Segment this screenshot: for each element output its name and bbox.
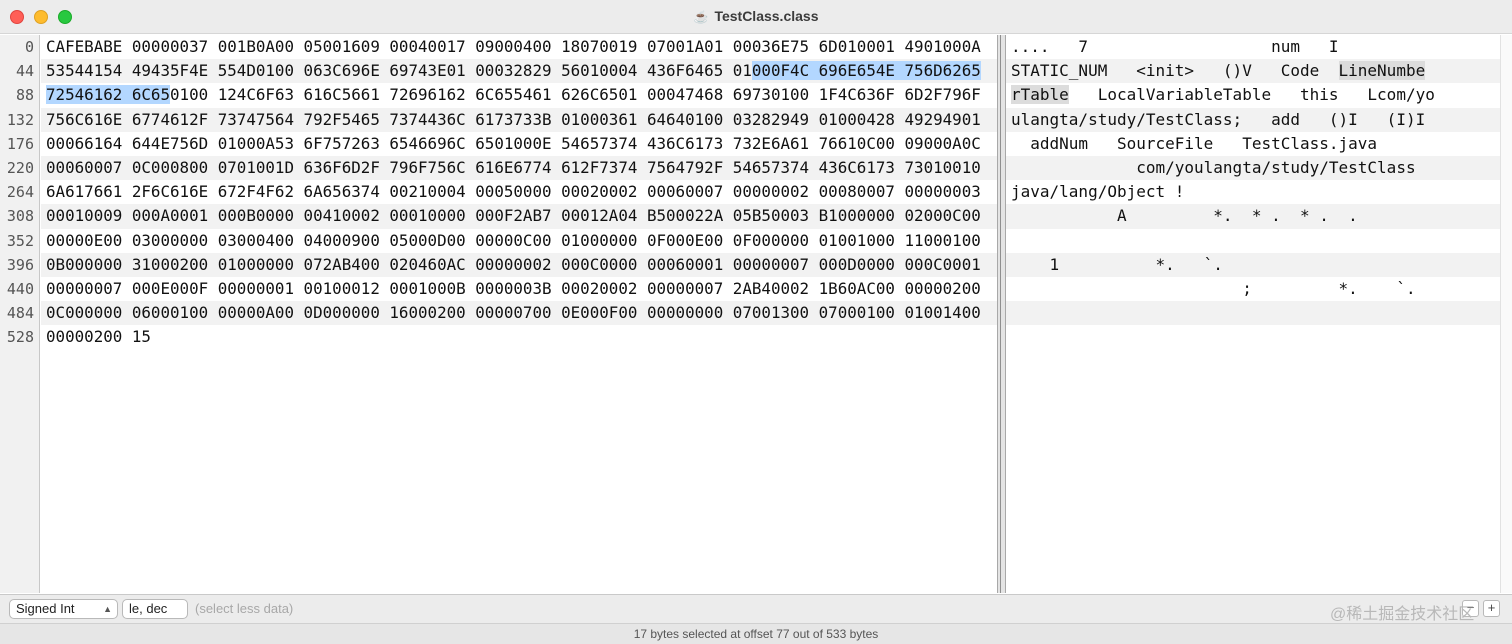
- ascii-row[interactable]: com/youlangta/study/TestClass: [1006, 155, 1500, 181]
- vertical-scrollbar[interactable]: [1500, 35, 1512, 593]
- title-bar: ☕ TestClass.class: [0, 0, 1512, 34]
- ascii-row[interactable]: java/lang/Object !: [1006, 180, 1500, 204]
- row-text: CAFEBABE 00000037 001B0A00 05001609 0004…: [46, 37, 981, 56]
- ascii-row[interactable]: [1006, 301, 1500, 326]
- row-text: ulangta/study/TestClass; add ()I (I)I: [1011, 109, 1426, 129]
- row-text: 6A617661 2F6C616E 672F4F62 6A656374 0021…: [46, 182, 981, 202]
- offset-label: 264: [6, 183, 34, 202]
- endianness-select[interactable]: le, dec: [122, 599, 188, 619]
- row-text: 0C000000 06000100 00000A00 0D000000 1600…: [46, 303, 981, 323]
- offset-label: 352: [6, 231, 34, 250]
- hex-row[interactable]: 72546162 6C650100 124C6F63 616C5661 7269…: [41, 83, 997, 107]
- offset-label: 132: [6, 110, 34, 129]
- hex-row[interactable]: 00066164 644E756D 01000A53 6F757263 6546…: [41, 132, 997, 156]
- offset-label: 44: [15, 62, 34, 81]
- row-text: 0100 124C6F63 616C5661 72696162 6C655461…: [170, 85, 981, 105]
- data-type-value: Signed Int: [16, 601, 75, 616]
- ascii-row[interactable]: A *. * . * . .: [1006, 204, 1500, 229]
- hex-row[interactable]: 00000E00 03000000 03000400 04000900 0500…: [41, 229, 997, 253]
- chevron-updown-icon: ▲: [103, 604, 112, 614]
- inspector-hint: (select less data): [195, 601, 294, 616]
- row-text: A *. * . * . .: [1011, 206, 1358, 226]
- pane-divider[interactable]: [997, 35, 1006, 593]
- row-text: 756C616E 6774612F 73747564 792F5465 7374…: [46, 109, 981, 129]
- hex-row[interactable]: 53544154 49435F4E 554D0100 063C696E 6974…: [41, 59, 997, 84]
- offset-label: 308: [6, 207, 34, 226]
- data-type-select[interactable]: Signed Int ▲: [9, 599, 118, 619]
- watermark-text: @稀土掘金技术社区: [1330, 606, 1475, 623]
- add-inspector-button[interactable]: +: [1483, 600, 1500, 617]
- ascii-row[interactable]: rTable LocalVariableTable this Lcom/yo: [1006, 83, 1500, 107]
- offset-label: 176: [6, 134, 34, 153]
- row-text: 00000007 000E000F 00000001 00100012 0001…: [46, 278, 981, 298]
- hex-row[interactable]: 00000007 000E000F 00000001 00100012 0001…: [41, 277, 997, 301]
- hex-row[interactable]: 00010009 000A0001 000B0000 00410002 0001…: [41, 204, 997, 229]
- row-text: STATIC_NUM <init> ()V Code: [1011, 61, 1339, 81]
- ascii-row[interactable]: [1006, 325, 1500, 349]
- row-text: .... 7 num I: [1011, 37, 1339, 56]
- row-text: addNum SourceFile TestClass.java: [1011, 133, 1378, 153]
- ascii-row[interactable]: [1006, 229, 1500, 253]
- hex-row[interactable]: 0C000000 06000100 00000A00 0D000000 1600…: [41, 301, 997, 326]
- window-title: ☕ TestClass.class: [0, 0, 1512, 34]
- row-text: LocalVariableTable this Lcom/yo: [1068, 85, 1435, 105]
- bottom-toolbar: Signed Int ▲ le, dec (select less data) −…: [0, 594, 1512, 623]
- offset-label: 396: [6, 255, 34, 274]
- row-text: 53544154 49435F4E 554D0100 063C696E 6974…: [46, 61, 752, 81]
- ascii-row[interactable]: addNum SourceFile TestClass.java: [1006, 132, 1500, 156]
- status-bar: 17 bytes selected at offset 77 out of 53…: [0, 623, 1512, 644]
- offset-label: 88: [15, 86, 34, 105]
- ascii-row[interactable]: STATIC_NUM <init> ()V Code LineNumbe: [1006, 59, 1500, 84]
- selected-bytes: rTable: [1011, 85, 1069, 105]
- ascii-row[interactable]: 1 *. `.: [1006, 252, 1500, 277]
- offset-label: 528: [6, 328, 34, 347]
- selected-bytes: 000F4C 696E654E 756D6265: [751, 61, 981, 81]
- row-text: 00000E00 03000000 03000400 04000900 0500…: [46, 230, 981, 250]
- selected-bytes: LineNumbe: [1338, 61, 1426, 81]
- ascii-row[interactable]: ; *. `.: [1006, 277, 1500, 301]
- hex-view[interactable]: CAFEBABE 00000037 001B0A00 05001609 0004…: [41, 35, 997, 593]
- row-text: ; *. `.: [1011, 278, 1416, 298]
- row-text: 00010009 000A0001 000B0000 00410002 0001…: [46, 206, 981, 226]
- row-text: java/lang/Object !: [1011, 182, 1185, 202]
- row-text: 1 *. `.: [1011, 254, 1223, 274]
- window-title-text: TestClass.class: [714, 8, 819, 24]
- hex-row[interactable]: 00060007 0C000800 0701001D 636F6D2F 796F…: [41, 155, 997, 181]
- ascii-row[interactable]: .... 7 num I: [1006, 35, 1500, 59]
- offset-label: 0: [24, 38, 34, 56]
- hex-row[interactable]: CAFEBABE 00000037 001B0A00 05001609 0004…: [41, 35, 997, 59]
- row-text: 00060007 0C000800 0701001D 636F6D2F 796F…: [46, 157, 981, 177]
- offset-label: 484: [6, 304, 34, 323]
- coffee-cup-icon: ☕: [693, 10, 709, 24]
- row-text: 00000200 15: [46, 327, 151, 347]
- row-text: com/youlangta/study/TestClass: [1011, 157, 1416, 177]
- hex-row[interactable]: 00000200 15: [41, 325, 997, 349]
- selected-bytes: 72546162 6C65: [46, 85, 171, 105]
- offset-label: 440: [6, 279, 34, 298]
- offset-gutter: 0 44 88 132 176 220 264 308 352 396 440 484 528: [0, 35, 40, 593]
- row-text: 00066164 644E756D 01000A53 6F757263 6546…: [46, 133, 981, 153]
- hex-row[interactable]: 756C616E 6774612F 73747564 792F5465 7374…: [41, 107, 997, 132]
- hex-row[interactable]: 6A617661 2F6C616E 672F4F62 6A656374 0021…: [41, 180, 997, 204]
- ascii-row[interactable]: ulangta/study/TestClass; add ()I (I)I: [1006, 107, 1500, 132]
- endianness-value: le, dec: [129, 601, 168, 616]
- offset-label: 220: [6, 158, 34, 177]
- hex-row[interactable]: 0B000000 31000200 01000000 072AB400 0204…: [41, 252, 997, 277]
- row-text: 0B000000 31000200 01000000 072AB400 0204…: [46, 254, 981, 274]
- ascii-view[interactable]: .... 7 num I STATIC_NUM <init> ()V Code L…: [1006, 35, 1500, 593]
